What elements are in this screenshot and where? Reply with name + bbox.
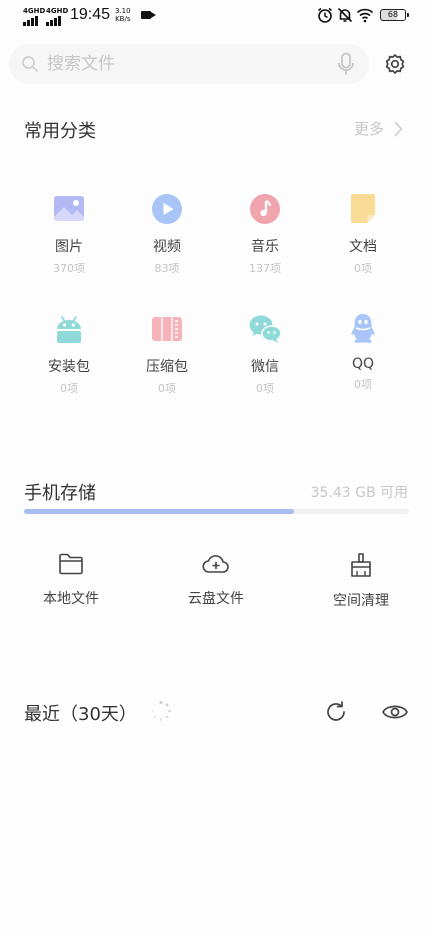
- more-categories-link[interactable]: 更多: [354, 118, 404, 139]
- cloud-upload-icon: [202, 555, 229, 573]
- category-images[interactable]: 图片 370项: [24, 192, 114, 276]
- category-archives[interactable]: 压缩包 0项: [122, 312, 212, 396]
- document-icon: [351, 194, 375, 223]
- category-label: 微信: [251, 359, 279, 375]
- refresh-icon[interactable]: [324, 700, 348, 724]
- android-icon: [57, 316, 81, 343]
- category-music[interactable]: 音乐 137项: [220, 192, 310, 276]
- storage-section-title: 手机存储: [24, 483, 96, 504]
- tool-label: 空间清理: [333, 593, 389, 609]
- folder-icon: [59, 553, 83, 575]
- settings-gear-icon[interactable]: [383, 52, 407, 76]
- category-label: 图片: [55, 239, 83, 255]
- cloud-files-button[interactable]: 云盘文件: [161, 552, 271, 608]
- alarm-icon: [318, 7, 332, 23]
- local-files-button[interactable]: 本地文件: [16, 552, 126, 608]
- category-videos[interactable]: 视频 83项: [122, 192, 212, 276]
- microphone-icon[interactable]: [337, 52, 355, 76]
- category-documents[interactable]: 文档 0项: [318, 192, 408, 276]
- storage-usage-fill: [24, 509, 294, 514]
- network-type-label: 4GHD: [46, 7, 69, 15]
- category-count: 137项: [249, 262, 281, 275]
- video-icon: [152, 194, 182, 224]
- video-camera-icon: [141, 11, 156, 19]
- category-count: 0项: [60, 382, 78, 395]
- storage-usage-bar: [24, 509, 409, 514]
- network-speed-unit: KB/s: [115, 15, 131, 23]
- category-label: 音乐: [251, 239, 279, 255]
- category-label: 压缩包: [146, 359, 188, 375]
- category-count: 0项: [354, 378, 372, 391]
- category-label: 安装包: [48, 359, 90, 375]
- qq-icon: [351, 314, 375, 343]
- category-qq[interactable]: QQ 0项: [318, 312, 408, 392]
- more-label: 更多: [354, 120, 385, 138]
- zip-icon: [152, 317, 182, 341]
- search-icon: [22, 56, 38, 72]
- battery-level: 68: [387, 10, 399, 19]
- music-icon: [250, 194, 280, 224]
- signal-strength-sim2: 4GHD: [46, 8, 68, 26]
- image-icon: [54, 196, 84, 221]
- battery-indicator: 68: [380, 9, 409, 21]
- status-bar: 4GHD 4GHD 19:45 3.10 KB/s 68: [0, 0, 432, 34]
- recent-section-title: 最近（30天）: [24, 704, 137, 725]
- category-count: 83项: [154, 262, 180, 275]
- network-speed: 3.10 KB/s: [115, 7, 131, 23]
- category-label: 文档: [349, 239, 377, 255]
- wifi-icon: [356, 8, 374, 23]
- category-label: QQ: [351, 356, 375, 372]
- search-bar[interactable]: [9, 44, 369, 84]
- broom-icon: [351, 553, 371, 577]
- search-input[interactable]: [47, 44, 327, 84]
- storage-available: 35.43 GB 可用: [310, 485, 408, 501]
- category-count: 370项: [53, 262, 85, 275]
- signal-strength-sim1: 4GHD: [23, 8, 45, 26]
- category-apk-packages[interactable]: 安装包 0项: [24, 312, 114, 396]
- tool-label: 本地文件: [43, 591, 99, 607]
- mute-bell-icon: [337, 7, 353, 23]
- loading-spinner-icon: [151, 700, 171, 721]
- category-wechat[interactable]: 微信 0项: [220, 312, 310, 396]
- clock: 19:45: [70, 6, 111, 23]
- tool-label: 云盘文件: [188, 591, 244, 607]
- chevron-right-icon: [394, 120, 403, 137]
- category-count: 0项: [256, 382, 274, 395]
- space-cleanup-button[interactable]: 空间清理: [306, 552, 416, 610]
- network-type-label: 4GHD: [23, 7, 46, 15]
- network-speed-value: 3.10: [115, 7, 131, 15]
- wechat-icon: [249, 315, 282, 343]
- categories-section-title: 常用分类: [24, 121, 96, 142]
- eye-icon[interactable]: [381, 700, 409, 724]
- category-count: 0项: [354, 262, 372, 275]
- category-count: 0项: [158, 382, 176, 395]
- category-label: 视频: [153, 239, 181, 255]
